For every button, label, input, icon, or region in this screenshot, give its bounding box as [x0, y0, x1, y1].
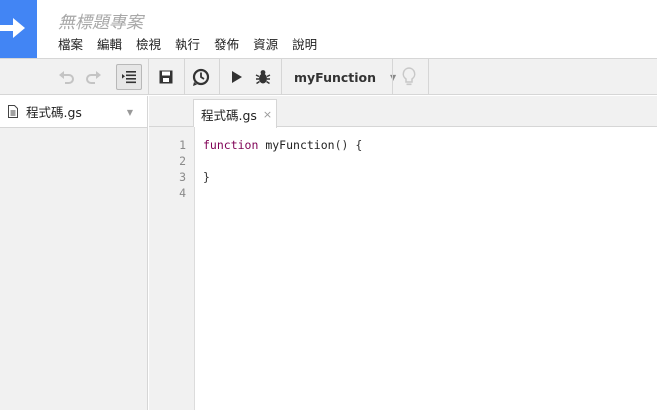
- indent-button[interactable]: [116, 64, 142, 90]
- chevron-down-icon[interactable]: ▼: [127, 108, 133, 117]
- run-button[interactable]: [226, 64, 248, 90]
- clock-icon: [192, 68, 210, 86]
- file-list-item[interactable]: 程式碼.gs ▼: [0, 96, 147, 128]
- function-select[interactable]: myFunction ▼: [286, 64, 396, 90]
- toolbar-divider: [184, 59, 185, 95]
- play-icon: [232, 71, 242, 83]
- function-select-label: myFunction: [294, 69, 377, 85]
- menu-help[interactable]: 說明: [292, 36, 317, 54]
- line-number-gutter: 1 2 3 4: [149, 127, 195, 410]
- hint-button[interactable]: [398, 64, 420, 90]
- tab-code-gs[interactable]: 程式碼.gs ×: [193, 99, 277, 128]
- toolbar-divider: [281, 59, 282, 95]
- toolbar-divider: [219, 59, 220, 95]
- code-keyword: function: [203, 138, 259, 152]
- toolbar-divider: [392, 59, 393, 95]
- line-number: 2: [179, 154, 186, 168]
- menu-edit[interactable]: 編輯: [97, 36, 122, 54]
- chevron-down-icon: ▼: [390, 72, 397, 82]
- save-button[interactable]: [155, 64, 177, 90]
- file-name: 程式碼.gs: [26, 105, 82, 120]
- tab-label: 程式碼.gs: [201, 107, 257, 123]
- code-function-name: myFunction: [265, 138, 335, 152]
- close-icon[interactable]: ×: [263, 108, 272, 121]
- line-number: 3: [179, 170, 186, 184]
- code-line: }: [203, 170, 210, 184]
- editor-tab-bar: 程式碼.gs ×: [149, 96, 657, 128]
- toolbar-divider: [428, 59, 429, 95]
- bug-icon: [255, 70, 271, 85]
- menu-bar: 檔案 編輯 檢視 執行 發佈 資源 說明: [58, 36, 331, 54]
- toolbar-divider: [148, 59, 149, 95]
- menu-publish[interactable]: 發佈: [214, 36, 239, 54]
- line-number: 4: [179, 186, 186, 200]
- menu-view[interactable]: 檢視: [136, 36, 161, 54]
- menu-file[interactable]: 檔案: [58, 36, 83, 54]
- app-logo[interactable]: [0, 0, 37, 58]
- menu-resources[interactable]: 資源: [253, 36, 278, 54]
- arrow-right-icon: [0, 18, 25, 38]
- lightbulb-icon: [402, 67, 416, 86]
- code-editor[interactable]: function myFunction() { }: [203, 127, 657, 410]
- toolbar: myFunction ▼: [0, 58, 657, 95]
- triggers-button[interactable]: [190, 64, 212, 90]
- line-number: 1: [179, 138, 186, 152]
- file-icon: [8, 105, 18, 118]
- code-text: }: [203, 170, 210, 184]
- code-line: function myFunction() {: [203, 138, 362, 152]
- save-icon: [159, 70, 173, 84]
- undo-icon: [59, 71, 74, 84]
- project-title[interactable]: 無標題專案: [58, 8, 143, 33]
- redo-button[interactable]: [82, 64, 104, 90]
- indent-icon: [122, 71, 136, 84]
- file-sidebar: 程式碼.gs ▼: [0, 96, 148, 410]
- debug-button[interactable]: [252, 64, 274, 90]
- code-text: () {: [334, 138, 363, 152]
- undo-button[interactable]: [56, 64, 78, 90]
- redo-icon: [86, 71, 101, 84]
- menu-run[interactable]: 執行: [175, 36, 200, 54]
